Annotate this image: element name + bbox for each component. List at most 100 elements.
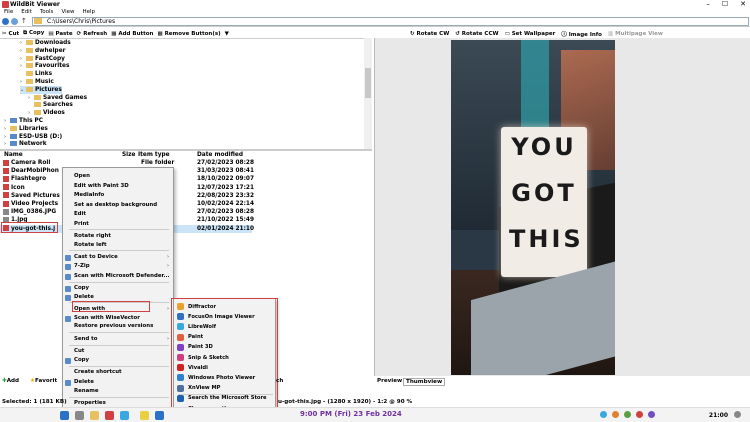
network-icon[interactable] bbox=[600, 411, 607, 418]
add-favorite-button[interactable]: ✚Add bbox=[2, 378, 19, 384]
scroll-thumb[interactable] bbox=[365, 68, 371, 98]
remove-buttons-button[interactable]: ▦ Remove Button(s) bbox=[157, 31, 220, 37]
explorer-icon[interactable] bbox=[90, 411, 99, 420]
context-menu-item[interactable]: Copy bbox=[74, 357, 89, 363]
tree-item[interactable]: › Libraries bbox=[4, 125, 48, 133]
tree-item[interactable]: Links bbox=[20, 70, 52, 78]
tray-icon[interactable] bbox=[636, 411, 643, 418]
menu-separator bbox=[69, 397, 169, 398]
col-size[interactable]: Size bbox=[122, 151, 135, 159]
wildbit-taskbar-icon[interactable] bbox=[155, 411, 164, 420]
image-info-button[interactable]: ⓘ Image Info bbox=[561, 30, 602, 38]
forward-icon[interactable] bbox=[11, 18, 18, 25]
tree-item[interactable]: › Favourites bbox=[20, 62, 69, 70]
tree-item[interactable]: › Downloads bbox=[20, 39, 71, 47]
list-item[interactable]: DearMobiPhon 31/03/2023 08:41 bbox=[0, 167, 372, 175]
tree-scrollbar[interactable] bbox=[364, 38, 372, 149]
context-menu-item[interactable]: Restore previous versions bbox=[74, 323, 153, 329]
context-menu-item[interactable]: Cast to Device bbox=[74, 254, 118, 260]
list-item[interactable]: Camera Roll File folder 27/02/2023 08:28 bbox=[0, 159, 372, 167]
address-bar: ↑ C:\Users\Chris\Pictures bbox=[0, 17, 750, 27]
context-menu-item[interactable]: Delete bbox=[74, 294, 94, 300]
tree-item[interactable]: ⌄ Pictures bbox=[20, 85, 62, 94]
tray-clock[interactable]: 21:00 bbox=[709, 412, 728, 419]
file-type: File folder bbox=[141, 160, 175, 166]
context-menu-item[interactable]: Rename bbox=[74, 388, 99, 394]
menu-edit[interactable]: Edit bbox=[21, 9, 32, 17]
context-menu-item[interactable]: Rotate right bbox=[74, 233, 111, 239]
address-input[interactable]: C:\Users\Chris\Pictures bbox=[32, 17, 749, 26]
folder-icon bbox=[26, 86, 33, 92]
list-item[interactable]: IMG_0386.JPG 27/02/2023 08:28 bbox=[0, 208, 372, 216]
refresh-button[interactable]: ⟳ Refresh bbox=[77, 31, 108, 37]
set-wallpaper-button[interactable]: ▭ Set Wallpaper bbox=[505, 31, 556, 37]
tree-item[interactable]: › This PC bbox=[4, 117, 43, 125]
context-menu-item[interactable]: Scan with WiseVector bbox=[74, 315, 140, 321]
tray-icon[interactable] bbox=[612, 411, 619, 418]
tree-item[interactable]: › FastCopy bbox=[20, 55, 65, 63]
col-date[interactable]: Date modified bbox=[197, 151, 243, 159]
context-menu-item[interactable]: Create shortcut bbox=[74, 369, 122, 375]
paste-button[interactable]: ▤ Paste bbox=[48, 31, 72, 37]
notification-icon[interactable] bbox=[734, 411, 741, 418]
folder-icon bbox=[26, 71, 33, 77]
menu-tools[interactable]: Tools bbox=[40, 9, 54, 17]
context-menu-item[interactable]: Copy bbox=[74, 285, 89, 291]
list-item[interactable]: Icon 12/07/2023 17:21 bbox=[0, 184, 372, 192]
tab-preview[interactable]: Preview bbox=[377, 378, 402, 384]
list-item[interactable]: Saved Pictures 22/08/2023 23:32 bbox=[0, 192, 372, 200]
app-icon-taskbar[interactable] bbox=[105, 411, 114, 420]
context-menu-item[interactable]: Set as desktop background bbox=[74, 202, 157, 208]
favorites-button[interactable]: ★Favorit bbox=[30, 378, 57, 384]
tree-item[interactable]: Searches bbox=[28, 101, 73, 109]
minimize-icon[interactable]: – bbox=[706, 0, 710, 9]
maximize-icon[interactable]: ☐ bbox=[722, 0, 728, 9]
back-icon[interactable] bbox=[2, 18, 9, 25]
start-icon[interactable] bbox=[60, 411, 69, 420]
filter-icon[interactable]: ▼ bbox=[225, 31, 229, 37]
tray-icon[interactable] bbox=[648, 411, 655, 418]
copy-button[interactable]: ⧉ Copy bbox=[23, 30, 44, 37]
col-name[interactable]: Name bbox=[4, 151, 23, 159]
context-menu-item[interactable]: Edit with Paint 3D bbox=[74, 183, 129, 189]
tree-item[interactable]: › Network bbox=[4, 140, 47, 148]
browser-icon[interactable] bbox=[120, 411, 129, 420]
context-menu-item[interactable]: Send to bbox=[74, 336, 97, 342]
tree-item[interactable]: › ESD-USB (D:) bbox=[4, 133, 62, 141]
context-menu-item[interactable]: Open bbox=[74, 173, 90, 179]
menu-view[interactable]: View bbox=[61, 9, 74, 17]
context-menu-item[interactable]: Rotate left bbox=[74, 242, 107, 248]
context-menu-item[interactable]: Cut bbox=[74, 348, 84, 354]
add-button-button[interactable]: ▦ Add Button bbox=[111, 31, 153, 37]
list-item[interactable]: Video Projects 10/02/2024 22:14 bbox=[0, 200, 372, 208]
menu-help[interactable]: Help bbox=[83, 9, 96, 17]
file-date: 22/08/2023 23:32 bbox=[197, 192, 254, 199]
context-menu-item[interactable]: MediaInfo bbox=[74, 192, 104, 198]
rotate-cw-button[interactable]: ↻ Rotate CW bbox=[410, 31, 449, 37]
folder-icon bbox=[34, 94, 41, 100]
close-icon[interactable]: ✕ bbox=[740, 0, 746, 9]
tree-item[interactable]: › Saved Games bbox=[28, 94, 87, 102]
context-menu-item[interactable]: Edit bbox=[74, 211, 86, 217]
tree-item[interactable]: › dwhelper bbox=[20, 47, 66, 55]
search-icon[interactable] bbox=[75, 411, 84, 420]
tree-item[interactable]: › Videos bbox=[28, 109, 65, 117]
photos-icon[interactable] bbox=[140, 411, 149, 420]
rotate-ccw-button[interactable]: ↺ Rotate CCW bbox=[455, 31, 498, 37]
tray-icon[interactable] bbox=[624, 411, 631, 418]
menu-file[interactable]: File bbox=[4, 9, 13, 17]
col-type[interactable]: Item type bbox=[138, 151, 170, 159]
search-button[interactable]: ch bbox=[276, 378, 283, 384]
context-menu-item[interactable]: Print bbox=[74, 221, 89, 227]
tree-item-label: Videos bbox=[43, 110, 65, 117]
tab-thumbview[interactable]: Thumbview bbox=[403, 378, 446, 386]
context-menu-item[interactable]: 7-Zip bbox=[74, 263, 90, 269]
multipage-view-button[interactable]: ▥ Multipage View bbox=[608, 31, 663, 37]
folder-icon bbox=[26, 63, 33, 69]
context-menu-item[interactable]: Scan with Microsoft Defender... bbox=[74, 273, 170, 279]
up-arrow-icon[interactable]: ↑ bbox=[21, 17, 29, 26]
list-item[interactable]: Flashtegro 18/10/2022 09:07 bbox=[0, 175, 372, 183]
tree-item[interactable]: › Music bbox=[20, 78, 54, 86]
menu-item-icon bbox=[65, 255, 71, 261]
cut-button[interactable]: ✂ Cut bbox=[2, 31, 19, 37]
